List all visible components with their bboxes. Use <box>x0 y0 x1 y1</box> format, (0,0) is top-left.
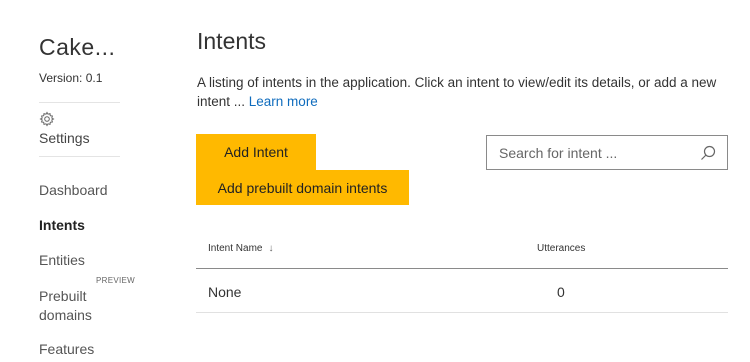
column-header-utterances: Utterances <box>537 243 586 254</box>
version-value: 0.1 <box>85 71 103 85</box>
preview-badge: PREVIEW <box>96 276 135 285</box>
arrow-down-icon: ↓ <box>268 243 274 254</box>
sidebar-item-intents[interactable]: Intents <box>39 217 85 233</box>
search-input[interactable] <box>487 136 699 169</box>
sidebar: Cake... Version: 0.1 Settings Dashboard … <box>0 0 170 362</box>
app-name[interactable]: Cake... <box>39 34 115 61</box>
gear-icon <box>39 111 55 127</box>
intent-name-cell[interactable]: None <box>208 284 241 300</box>
settings-label: Settings <box>39 130 90 146</box>
sidebar-divider <box>39 102 120 103</box>
column-header-label: Intent Name <box>208 243 263 254</box>
page-description: A listing of intents in the application.… <box>197 73 727 111</box>
search-icon[interactable] <box>699 144 717 162</box>
table-row[interactable]: None 0 <box>196 269 728 313</box>
sidebar-item-entities[interactable]: Entities <box>39 252 85 268</box>
sidebar-item-dashboard[interactable]: Dashboard <box>39 182 108 198</box>
sidebar-divider <box>39 156 120 157</box>
sidebar-item-prebuilt-domains[interactable]: Prebuilt domains <box>39 287 109 325</box>
column-header-intent-name[interactable]: Intent Name ↓ <box>208 243 273 254</box>
app-version: Version: 0.1 <box>39 71 102 85</box>
add-intent-button[interactable]: Add Intent <box>196 134 316 170</box>
settings-link[interactable]: Settings <box>39 111 120 146</box>
page-title: Intents <box>197 28 267 54</box>
utterances-cell: 0 <box>557 284 565 300</box>
search-box <box>486 135 728 170</box>
version-label: Version: <box>39 71 83 85</box>
intents-table: Intent Name ↓ Utterances None 0 <box>196 232 728 313</box>
add-prebuilt-domain-intents-button[interactable]: Add prebuilt domain intents <box>196 170 409 205</box>
learn-more-link[interactable]: Learn more <box>249 94 318 109</box>
sidebar-item-features[interactable]: Features <box>39 341 94 357</box>
table-header: Intent Name ↓ Utterances <box>196 232 728 269</box>
